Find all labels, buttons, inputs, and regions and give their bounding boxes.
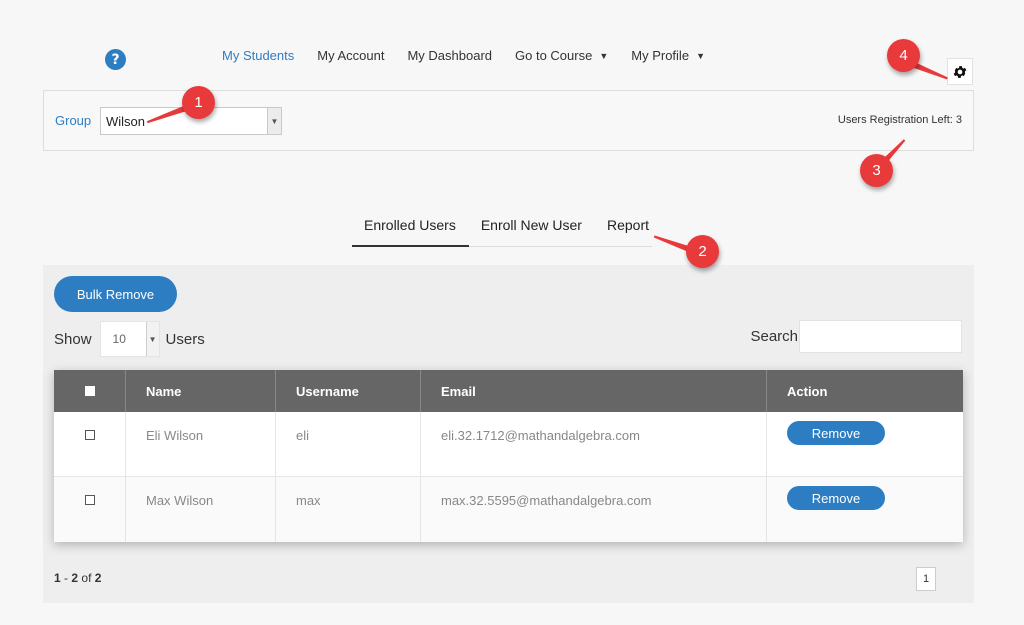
page-button[interactable]: 1 [916,567,936,591]
range-total: 2 [94,571,102,585]
table-row: Max Wilson max max.32.5595@mathandalgebr… [54,477,963,542]
row-checkbox-cell [54,412,126,476]
record-count: 1 - 2 of 2 [54,571,102,585]
annotation-marker: 1 [182,86,215,119]
tab-enrolled-users[interactable]: Enrolled Users [352,217,469,247]
question-circle-icon[interactable]: ? [105,49,126,70]
cell-username: eli [276,412,421,476]
users-label: Users [165,330,205,348]
search-input[interactable] [799,320,962,353]
page-length-control: Show 10 ▼ Users [54,321,205,357]
nav-label: My Profile [631,48,690,63]
annotation-marker: 2 [686,235,719,268]
table-header: Name Username Email Action [54,370,963,412]
cell-name: Max Wilson [126,477,276,542]
row-checkbox-cell [54,477,126,542]
nav-label: Go to Course [515,48,593,63]
show-label: Show [54,330,92,348]
header-email[interactable]: Email [421,370,767,412]
nav-my-dashboard[interactable]: My Dashboard [407,48,492,63]
annotation-marker: 4 [887,39,920,72]
settings-button[interactable] [947,58,973,85]
annotation-marker: 3 [860,154,893,187]
select-all-checkbox[interactable] [84,386,95,396]
nav-my-students[interactable]: My Students [222,48,294,63]
chevron-down-icon: ▼ [267,108,281,134]
nav-my-profile[interactable]: My Profile ▼ [631,48,705,63]
tab-enroll-new-user[interactable]: Enroll New User [469,217,595,247]
page-length-value: 10 [112,332,126,346]
chevron-down-icon: ▼ [696,50,705,61]
top-nav: My Students My Account My Dashboard Go t… [222,48,728,63]
nav-go-to-course[interactable]: Go to Course ▼ [515,48,608,63]
cell-name: Eli Wilson [126,412,276,476]
header-name[interactable]: Name [126,370,276,412]
remove-button[interactable]: Remove [787,486,885,510]
bulk-remove-button[interactable]: Bulk Remove [54,276,177,312]
enrolled-users-panel: Bulk Remove Show 10 ▼ Users Search Name … [43,265,974,603]
group-label: Group [55,113,92,128]
range-end: 2 [71,571,79,585]
cell-action: Remove [767,477,963,542]
tab-bar: Enrolled Users Enroll New User Report [352,217,662,247]
range-start: 1 [54,571,61,585]
select-all-cell [54,370,126,412]
nav-label: My Students [222,48,295,63]
row-checkbox[interactable] [84,495,95,505]
nav-label: My Account [317,48,385,63]
cell-action: Remove [767,412,963,476]
remove-button[interactable]: Remove [787,421,885,445]
header-username[interactable]: Username [276,370,421,412]
header-action: Action [787,383,828,399]
group-select-value: Wilson [106,113,146,129]
cell-email: eli.32.1712@mathandalgebra.com [421,412,767,476]
table-row: Eli Wilson eli eli.32.1712@mathandalgebr… [54,412,963,477]
nav-label: My Dashboard [407,48,493,63]
search-label: Search [750,328,798,345]
gear-icon [953,65,967,78]
search-control: Search [750,320,962,353]
users-table: Name Username Email Action Eli Wilson el… [54,370,963,542]
nav-my-account[interactable]: My Account [317,48,384,63]
row-checkbox[interactable] [84,430,95,440]
chevron-down-icon: ▼ [145,322,159,356]
cell-username: max [276,477,421,542]
of-label: of [81,571,92,585]
page-length-select[interactable]: 10 ▼ [99,321,160,357]
chevron-down-icon: ▼ [599,50,609,61]
registration-left-text: Users Registration Left: 3 [837,114,962,126]
cell-email: max.32.5595@mathandalgebra.com [421,477,767,542]
tab-report[interactable]: Report [595,217,662,247]
